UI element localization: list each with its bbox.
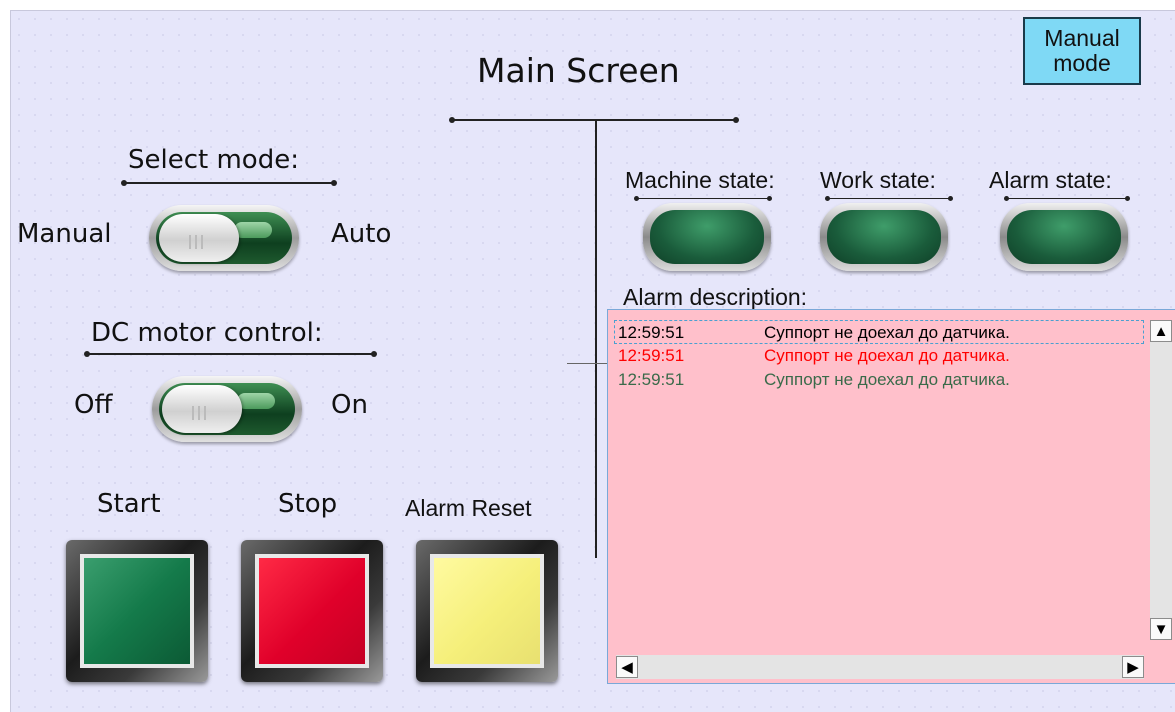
dc-motor-toggle[interactable] <box>152 376 302 442</box>
center-divider <box>595 120 597 558</box>
alarm-state-dot-right <box>1125 196 1130 201</box>
alarm-reset-button[interactable] <box>416 540 558 682</box>
scroll-right-icon[interactable]: ▶ <box>1122 656 1144 678</box>
alarm-state-lamp <box>1000 203 1128 271</box>
scroll-up-icon[interactable]: ▲ <box>1150 320 1172 342</box>
alarm-state-dot-left <box>1004 196 1009 201</box>
alarm-connector-line <box>567 363 607 364</box>
select-mode-toggle-indicator <box>234 222 272 238</box>
mode-button-line1: Manual <box>1044 25 1120 51</box>
work-state-lamp <box>820 203 948 271</box>
hmi-screen: Main Screen Manual mode Select mode: Man… <box>10 10 1175 712</box>
machine-state-dot-left <box>634 196 639 201</box>
stop-button-face <box>259 558 365 664</box>
select-mode-dot-left <box>121 180 127 186</box>
dc-motor-toggle-knob[interactable] <box>162 385 242 433</box>
select-mode-label: Select mode: <box>128 145 299 175</box>
machine-state-underline <box>637 198 769 199</box>
select-mode-toggle[interactable] <box>149 205 299 271</box>
select-mode-manual-label: Manual <box>17 219 112 249</box>
alarm-list[interactable]: 12:59:51 Суппорт не доехал до датчика. 1… <box>607 309 1175 684</box>
alarm-state-label: Alarm state: <box>989 167 1112 193</box>
alarm-row[interactable]: 12:59:51 Суппорт не доехал до датчика. <box>618 344 1140 368</box>
title-underline-dot-right <box>733 117 739 123</box>
select-mode-toggle-knob[interactable] <box>159 214 239 262</box>
start-button[interactable] <box>66 540 208 682</box>
dc-motor-toggle-indicator <box>237 393 275 409</box>
scroll-left-icon[interactable]: ◀ <box>616 656 638 678</box>
work-state-dot-right <box>948 196 953 201</box>
title-underline-dot-left <box>449 117 455 123</box>
alarm-reset-button-face <box>434 558 540 664</box>
machine-state-lamp <box>643 203 771 271</box>
stop-label: Stop <box>278 489 338 519</box>
stop-button[interactable] <box>241 540 383 682</box>
dc-motor-label: DC motor control: <box>91 318 323 348</box>
dc-motor-dot-left <box>84 351 90 357</box>
mode-button-line2: mode <box>1053 50 1111 76</box>
dc-motor-on-label: On <box>331 390 368 420</box>
select-mode-auto-label: Auto <box>331 219 392 249</box>
alarm-reset-label: Alarm Reset <box>405 495 532 521</box>
alarm-row-time: 12:59:51 <box>618 323 685 342</box>
vertical-scrollbar[interactable]: ▲ ▼ <box>1150 320 1172 640</box>
alarm-row-time: 12:59:51 <box>618 370 685 389</box>
alarm-row[interactable]: 12:59:51 Суппорт не доехал до датчика. <box>618 368 1140 392</box>
work-state-underline <box>828 198 950 199</box>
machine-state-dot-right <box>767 196 772 201</box>
start-button-face <box>84 558 190 664</box>
dc-motor-underline <box>87 353 374 355</box>
select-mode-dot-right <box>331 180 337 186</box>
alarm-row-message: Суппорт не доехал до датчика. <box>764 323 1010 342</box>
horizontal-scrollbar[interactable]: ◀ ▶ <box>616 655 1144 679</box>
manual-mode-button[interactable]: Manual mode <box>1023 17 1141 85</box>
machine-state-label: Machine state: <box>625 167 775 193</box>
dc-motor-off-label: Off <box>74 390 113 420</box>
page-title: Main Screen <box>477 51 680 90</box>
work-state-dot-left <box>825 196 830 201</box>
start-label: Start <box>97 489 161 519</box>
scroll-down-icon[interactable]: ▼ <box>1150 618 1172 640</box>
work-state-label: Work state: <box>820 167 936 193</box>
dc-motor-dot-right <box>371 351 377 357</box>
title-underline <box>452 119 736 121</box>
alarm-state-underline <box>1007 198 1127 199</box>
alarm-description-label: Alarm description: <box>623 284 808 310</box>
alarm-row-message: Суппорт не доехал до датчика. <box>764 370 1010 389</box>
alarm-row[interactable]: 12:59:51 Суппорт не доехал до датчика. <box>614 320 1144 344</box>
alarm-row-time: 12:59:51 <box>618 346 685 365</box>
select-mode-underline <box>124 182 334 184</box>
alarm-row-message: Суппорт не доехал до датчика. <box>764 346 1010 365</box>
